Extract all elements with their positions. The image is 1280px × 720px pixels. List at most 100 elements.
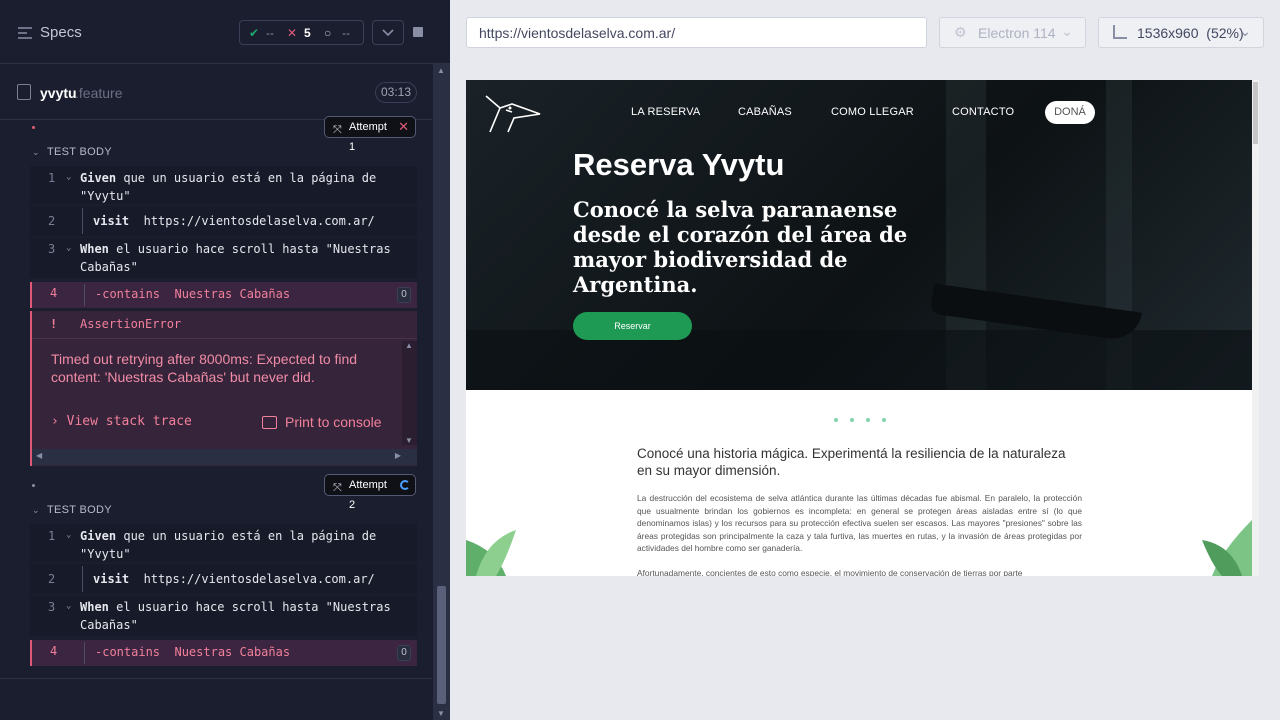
woodpecker-logo-icon[interactable] [482,92,542,137]
chevron-down-icon: ⌄ [1061,23,1073,39]
error-marker-icon: ! [50,317,58,331]
print-label: Print to console [285,414,382,430]
hero-subtitle: Conocé la selva paranaense desde el cora… [573,197,908,297]
donate-button[interactable]: DONÁ [1045,101,1095,124]
view-stack-trace-button[interactable]: › View stack trace [51,414,192,429]
command-text: que un usuario está en la página de "Yvy… [80,529,377,561]
keyword: Given [80,171,117,185]
line-number: 2 [48,572,56,586]
command-row[interactable]: 2 visit https://vientosdelaselva.com.ar/ [30,564,417,594]
error-scrollbar[interactable]: ▲ ▼ [402,341,417,445]
spec-duration: 03:13 [375,82,417,103]
collapse-icon: ⤧ [333,124,342,136]
scrollbar-thumb[interactable] [1253,82,1258,144]
chevron-right-icon: › [51,414,59,429]
keyword: When [80,242,109,256]
scroll-right-icon: ▶ [394,451,401,460]
scrollbar-thumb[interactable] [437,586,446,704]
stop-icon [413,27,423,37]
spec-file-extension: .feature [75,85,123,101]
terminal-icon [262,416,277,429]
stop-button[interactable] [402,20,434,45]
specs-label[interactable]: Specs [40,24,82,41]
reporter-header: Specs ✔ -- ✕ 5 ○ -- [0,0,450,64]
pending-icon: ○ [324,26,332,40]
running-spinner-icon [400,480,410,490]
attempt-dot [32,484,35,487]
failed-x-icon: ✕ [398,119,409,134]
line-number: 2 [48,214,56,228]
specs-menu-icon[interactable] [17,26,33,40]
error-header: ! AssertionError [32,311,417,339]
failed-icon: ✕ [287,26,298,40]
url-bar[interactable]: https://vientosdelaselva.com.ar/ [466,17,927,48]
nav-cabanas[interactable]: CABAÑAS [738,106,792,118]
test-body-label[interactable]: TEST BODY [47,504,112,516]
command-log-scrollbar[interactable]: ▲ ▼ [433,64,450,720]
app-under-test-panel: https://vientosdelaselva.com.ar/ ⚙ Elect… [450,0,1280,720]
viewport-size: 1536x960 [1137,25,1199,41]
intro-paragraph: La destrucción del ecosistema de selva a… [637,493,1082,554]
scroll-up-icon: ▲ [405,341,413,350]
chevron-down-icon[interactable]: ⌄ [32,505,40,516]
error-name: AssertionError [80,317,182,331]
viewport-info[interactable]: 1536x960 (52%) ⌄ [1098,17,1264,48]
intro-heading: Conocé una historia mágica. Experimentá … [637,446,1066,478]
options-dropdown-button[interactable] [372,20,404,45]
nav-como-llegar[interactable]: COMO LLEGAR [831,106,914,118]
command-text: https://vientosdelaselva.com.ar/ [143,572,375,586]
chevron-down-icon[interactable]: ⌄ [32,147,40,158]
browser-icon: ⚙ [954,24,967,40]
line-number: 1 [48,171,56,185]
indent-line [82,566,83,592]
command-text: Nuestras Cabañas [174,287,291,301]
command-log-panel: Specs ✔ -- ✕ 5 ○ -- yvytu .feature 03:13… [0,0,450,720]
collapse-icon: ⤧ [333,482,342,494]
line-number: 4 [50,286,58,300]
line-number: 3 [48,242,56,256]
keyword: When [80,600,109,614]
failed-command-row[interactable]: 4 -contains Nuestras Cabañas 0 [30,640,417,666]
keyword: visit [93,214,130,228]
chevron-down-icon[interactable]: ⌄ [66,172,71,182]
print-to-console-button[interactable]: Print to console [262,414,382,430]
leaf-decoration-icon [466,530,516,576]
chevron-down-icon[interactable]: ⌄ [66,530,71,540]
indent-line [84,284,85,306]
test-body-label[interactable]: TEST BODY [47,146,112,158]
keyword: -contains [95,287,161,301]
chevron-down-icon[interactable]: ⌄ [66,601,71,611]
nav-contacto[interactable]: CONTACTO [952,106,1014,118]
keyword: visit [93,572,130,586]
failed-command-row[interactable]: 4 -contains Nuestras Cabañas 0 [30,282,417,308]
reservar-button[interactable]: Reservar [573,312,692,340]
error-horizontal-scrollbar[interactable]: ◀ ▶ [32,449,417,465]
command-row[interactable]: 3 ⌄ When el usuario hace scroll hasta "N… [30,238,417,278]
intro-paragraph-2: Afortunadamente, concientes de esto como… [637,568,1023,576]
hero-banner: LA RESERVA CABAÑAS COMO LLEGAR CONTACTO … [466,80,1252,390]
browser-label: Electron 114 [978,25,1056,41]
command-text: el usuario hace scroll hasta "Nuestras C… [80,242,391,274]
nav-la-reserva[interactable]: LA RESERVA [631,106,700,118]
aut-scrollbar[interactable] [1252,80,1259,576]
attempt-2-tag[interactable]: ⤧ Attempt 2 [324,474,416,511]
browser-selector[interactable]: ⚙ Electron 114 ⌄ [939,17,1086,48]
viewport-scale: (52%) [1206,25,1244,41]
chevron-down-icon: ⌄ [1239,23,1251,39]
hero-title: Reserva Yvytu [573,147,785,182]
command-row[interactable]: 1 ⌄ Given que un usuario está en la pági… [30,166,417,204]
line-number: 3 [48,600,56,614]
attempt-label: Attempt 2 [349,479,387,511]
indent-line [84,642,85,664]
command-row[interactable]: 2 visit https://vientosdelaselva.com.ar/ [30,206,417,236]
scroll-up-icon: ▲ [437,66,445,75]
attempt-label: Attempt 1 [349,121,387,153]
keyword: Given [80,529,117,543]
command-row[interactable]: 1 ⌄ Given que un usuario está en la pági… [30,524,417,562]
stack-trace-label: View stack trace [66,414,192,429]
ruler-icon [1113,25,1127,39]
attempt-1-tag[interactable]: ⤧ Attempt 1 ✕ [324,116,416,153]
chevron-down-icon[interactable]: ⌄ [66,243,71,253]
carousel-dots[interactable] [834,409,898,427]
command-row[interactable]: 3 ⌄ When el usuario hace scroll hasta "N… [30,596,417,636]
